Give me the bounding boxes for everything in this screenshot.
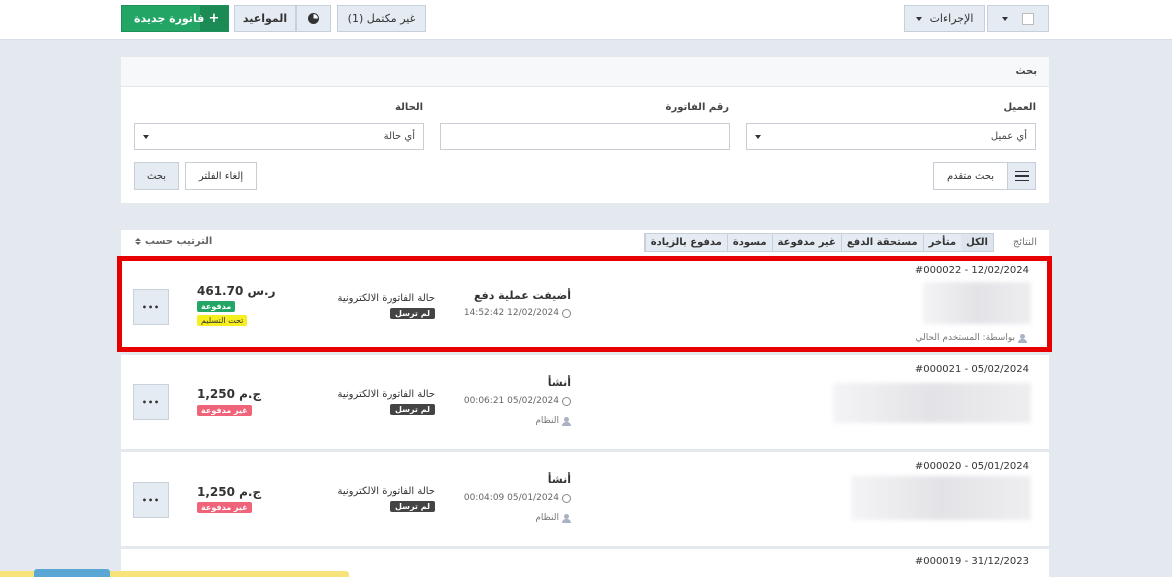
search-button[interactable]: بحث [134,162,179,190]
new-invoice-label: فاتورة جديدة [134,12,205,25]
invoice-number-label: رقم الفاتورة [665,102,729,113]
cancel-filter-label: إلغاء الفلتر [198,170,244,182]
results-header: النتائج الكل متأخر مستحقة الدفع غير مدفو… [121,230,1049,256]
select-all-checkbox[interactable] [1022,12,1034,25]
invoice-number-date: #000021 - 05/02/2024 [914,364,1029,375]
last-action: أنشأ [547,376,571,389]
more-icon: ••• [141,495,161,505]
invoice-row[interactable]: #000020 - 05/01/2024 أنشأ 00:04:09 05/01… [121,452,1049,546]
client-label: العميل [1003,102,1036,113]
last-action: أنشأ [547,473,571,486]
created-by-text: النظام [535,416,559,426]
sort-by-control[interactable]: الترتيب حسب [135,236,212,247]
pie-chart-icon [308,13,319,24]
appointments-button[interactable]: المواعيد [234,5,296,32]
tab-draft[interactable]: مسودة [726,234,772,251]
invoice-number-date: #000019 - 31/12/2023 [914,556,1029,567]
tab-overpaid[interactable]: مدفوع بالزيادة [644,234,727,251]
timestamp-text: 00:04:09 05/01/2024 [463,493,559,503]
more-actions-button[interactable]: ••• [133,384,169,420]
incomplete-label: غير مكتمل (1) [347,12,416,25]
invoice-number-date: #000020 - 05/01/2024 [914,461,1029,472]
actions-dropdown[interactable]: الإجراءات [904,5,985,32]
clock-icon [562,493,571,503]
user-icon [562,416,571,426]
created-by-text: النظام [535,513,559,523]
advanced-search-button[interactable]: بحث متقدم [933,162,1036,190]
einvoice-status-label: حالة الفاتورة الالكترونية [337,486,435,497]
chevron-down-icon [755,134,761,139]
invoice-number-input[interactable] [440,123,730,150]
tab-overdue[interactable]: متأخر [922,234,961,251]
chevron-down-icon [1002,16,1008,21]
highlight-frame [117,256,1052,352]
payment-status-badge: غير مدفوعة [197,502,252,513]
cancel-filter-button[interactable]: إلغاء الفلتر [185,162,257,190]
created-by: النظام [535,416,571,426]
tab-due[interactable]: مستحقة الدفع [840,234,923,251]
top-toolbar: + فاتورة جديدة المواعيد غير مكتمل (1) ال… [0,0,1172,40]
search-button-label: بحث [146,170,167,182]
status-select-value: أي حالة [383,131,415,142]
incomplete-filter-button[interactable]: غير مكتمل (1) [337,5,426,32]
action-timestamp: 00:06:21 05/02/2024 [464,396,571,406]
client-select-value: أي عميل [990,131,1027,142]
status-label: الحالة [395,102,423,113]
client-info-blurred [851,476,1031,520]
new-invoice-button[interactable]: + فاتورة جديدة [121,5,229,32]
sort-by-label: الترتيب حسب [145,236,213,247]
chevron-down-icon [143,134,149,139]
search-panel-header: بحث [121,57,1049,87]
sliders-icon [1007,163,1035,189]
search-panel: بحث العميل أي عميل رقم الفاتورة الحالة أ… [121,57,1049,203]
action-timestamp: 00:04:09 05/01/2024 [464,493,571,503]
more-actions-button[interactable]: ••• [133,482,169,518]
client-select[interactable]: أي عميل [746,123,1036,150]
invoice-amount: 1,250 ج.م [197,485,262,499]
einvoice-status-label: حالة الفاتورة الالكترونية [337,389,435,400]
more-icon: ••• [141,397,161,407]
sort-icon [135,238,141,245]
results-label: النتائج [1012,237,1037,248]
tab-all[interactable]: الكل [961,234,993,251]
timestamp-text: 00:06:21 05/02/2024 [463,396,559,406]
invoice-row[interactable]: #000021 - 05/02/2024 أنشأ 00:06:21 05/02… [121,355,1049,449]
chevron-down-icon [915,16,922,21]
select-all-dropdown[interactable] [987,5,1049,32]
pie-chart-button[interactable] [296,5,331,32]
invoice-amount: 1,250 ج.م [197,387,262,401]
einvoice-status-badge: لم ترسل [389,501,435,512]
status-select[interactable]: أي حالة [134,123,424,150]
bottom-blue-chip [34,569,110,577]
tab-unpaid[interactable]: غير مدفوعة [771,234,841,251]
actions-label: الإجراءات [929,12,974,25]
client-info-blurred [833,383,1031,423]
advanced-search-label: بحث متقدم [946,170,995,182]
appointments-label: المواعيد [242,12,288,25]
results-filter-tabs: الكل متأخر مستحقة الدفع غير مدفوعة مسودة… [643,233,994,252]
clock-icon [562,396,571,406]
einvoice-status-badge: لم ترسل [389,404,435,415]
user-icon [562,513,571,523]
search-title: بحث [1015,66,1037,77]
created-by: النظام [535,513,571,523]
payment-status-badge: غير مدفوعة [197,405,252,416]
